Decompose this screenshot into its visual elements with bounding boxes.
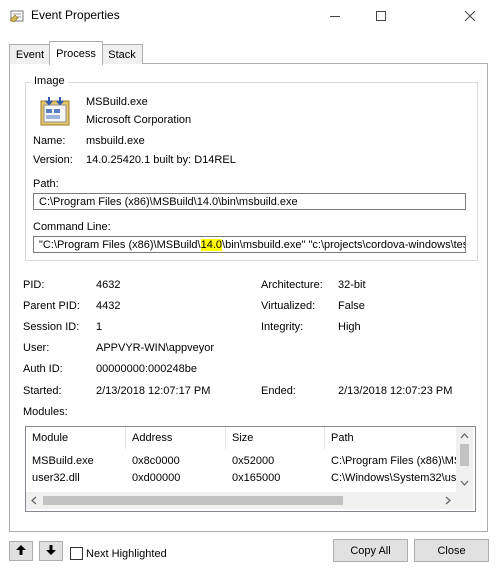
virtualized-value: False bbox=[338, 300, 365, 312]
auth-id-value: 00000000:000248be bbox=[96, 363, 197, 375]
vertical-scrollbar[interactable] bbox=[456, 427, 473, 492]
company-name: Microsoft Corporation bbox=[86, 114, 192, 126]
ended-value: 2/13/2018 12:07:23 PM bbox=[338, 385, 453, 397]
product-name: MSBuild.exe bbox=[86, 96, 148, 108]
next-highlighted-label[interactable]: Next Highlighted bbox=[86, 548, 167, 560]
arrow-down-icon bbox=[46, 544, 56, 558]
name-value: msbuild.exe bbox=[86, 135, 145, 147]
parent-pid-value: 4432 bbox=[96, 300, 121, 312]
command-line-prefix: "C:\Program Files (x86)\MSBuild\ bbox=[39, 239, 201, 251]
modules-list[interactable]: Module Address Size Path MSBuild.exe 0x8… bbox=[25, 426, 476, 512]
path-field[interactable]: C:\Program Files (x86)\MSBuild\14.0\bin\… bbox=[33, 193, 466, 210]
session-id-value: 1 bbox=[96, 321, 103, 333]
started-label: Started: bbox=[23, 385, 62, 397]
scrollbar-corner bbox=[456, 492, 473, 509]
integrity-label: Integrity: bbox=[261, 321, 304, 333]
integrity-value: High bbox=[338, 321, 361, 333]
module-name: user32.dll bbox=[32, 472, 80, 484]
path-value: C:\Program Files (x86)\MSBuild\14.0\bin\… bbox=[39, 196, 298, 208]
tab-process[interactable]: Process bbox=[49, 41, 103, 65]
architecture-label: Architecture: bbox=[261, 279, 323, 291]
command-line-label: Command Line: bbox=[33, 221, 111, 233]
close-window-button[interactable] bbox=[445, 0, 495, 32]
column-header-module[interactable]: Module bbox=[26, 427, 126, 449]
started-value: 2/13/2018 12:07:17 PM bbox=[96, 385, 211, 397]
maximize-button[interactable] bbox=[358, 0, 404, 32]
column-header-path[interactable]: Path bbox=[325, 427, 456, 449]
user-label: User: bbox=[23, 342, 50, 354]
user-value: APPVYR-WIN\appveyor bbox=[96, 342, 214, 354]
architecture-value: 32-bit bbox=[338, 279, 366, 291]
name-label: Name: bbox=[33, 135, 66, 147]
command-line-field[interactable]: "C:\Program Files (x86)\MSBuild\14.0\bin… bbox=[33, 236, 466, 253]
module-address: 0x8c0000 bbox=[132, 455, 180, 467]
tab-stack[interactable]: Stack bbox=[101, 44, 143, 64]
column-header-size[interactable]: Size bbox=[226, 427, 325, 449]
next-highlighted-checkbox[interactable] bbox=[70, 547, 83, 560]
module-address: 0xd00000 bbox=[132, 472, 181, 484]
module-size: 0x52000 bbox=[232, 455, 275, 467]
table-row[interactable]: user32.dll 0xd00000 0x165000 C:\Windows\… bbox=[26, 471, 456, 487]
virtualized-label: Virtualized: bbox=[261, 300, 316, 312]
minimize-button[interactable] bbox=[312, 0, 358, 32]
parent-pid-label: Parent PID: bbox=[23, 300, 80, 312]
session-id-label: Session ID: bbox=[23, 321, 80, 333]
module-path: C:\Windows\System32\us bbox=[331, 472, 456, 484]
msbuild-exe-icon bbox=[40, 96, 70, 126]
pid-value: 4632 bbox=[96, 279, 121, 291]
ended-label: Ended: bbox=[261, 385, 296, 397]
version-value: 14.0.25420.1 built by: D14REL bbox=[86, 154, 236, 166]
table-row[interactable]: MSBuild.exe 0x8c0000 0x52000 C:\Program … bbox=[26, 454, 456, 470]
modules-label: Modules: bbox=[23, 406, 68, 418]
version-label: Version: bbox=[33, 154, 73, 166]
command-line-suffix: \bin\msbuild.exe" "c:\projects\cordova-w… bbox=[222, 239, 466, 251]
event-properties-icon bbox=[9, 9, 25, 23]
tab-event[interactable]: Event bbox=[9, 44, 51, 64]
column-header-address[interactable]: Address bbox=[126, 427, 226, 449]
copy-all-button[interactable]: Copy All bbox=[333, 539, 408, 562]
close-button[interactable]: Close bbox=[414, 539, 489, 562]
pid-label: PID: bbox=[23, 279, 45, 291]
module-name: MSBuild.exe bbox=[32, 455, 94, 467]
auth-id-label: Auth ID: bbox=[23, 363, 63, 375]
image-group-box bbox=[25, 82, 478, 261]
path-label: Path: bbox=[33, 178, 59, 190]
next-highlighted-button[interactable] bbox=[39, 541, 63, 561]
module-path: C:\Program Files (x86)\MS bbox=[331, 455, 456, 467]
window-title: Event Properties bbox=[31, 8, 120, 22]
arrow-up-icon bbox=[16, 544, 26, 558]
previous-highlighted-button[interactable] bbox=[9, 541, 33, 561]
module-size: 0x165000 bbox=[232, 472, 281, 484]
command-line-highlight: 14.0 bbox=[200, 239, 223, 251]
image-group-legend: Image bbox=[31, 75, 68, 87]
horizontal-scrollbar[interactable] bbox=[26, 492, 456, 509]
